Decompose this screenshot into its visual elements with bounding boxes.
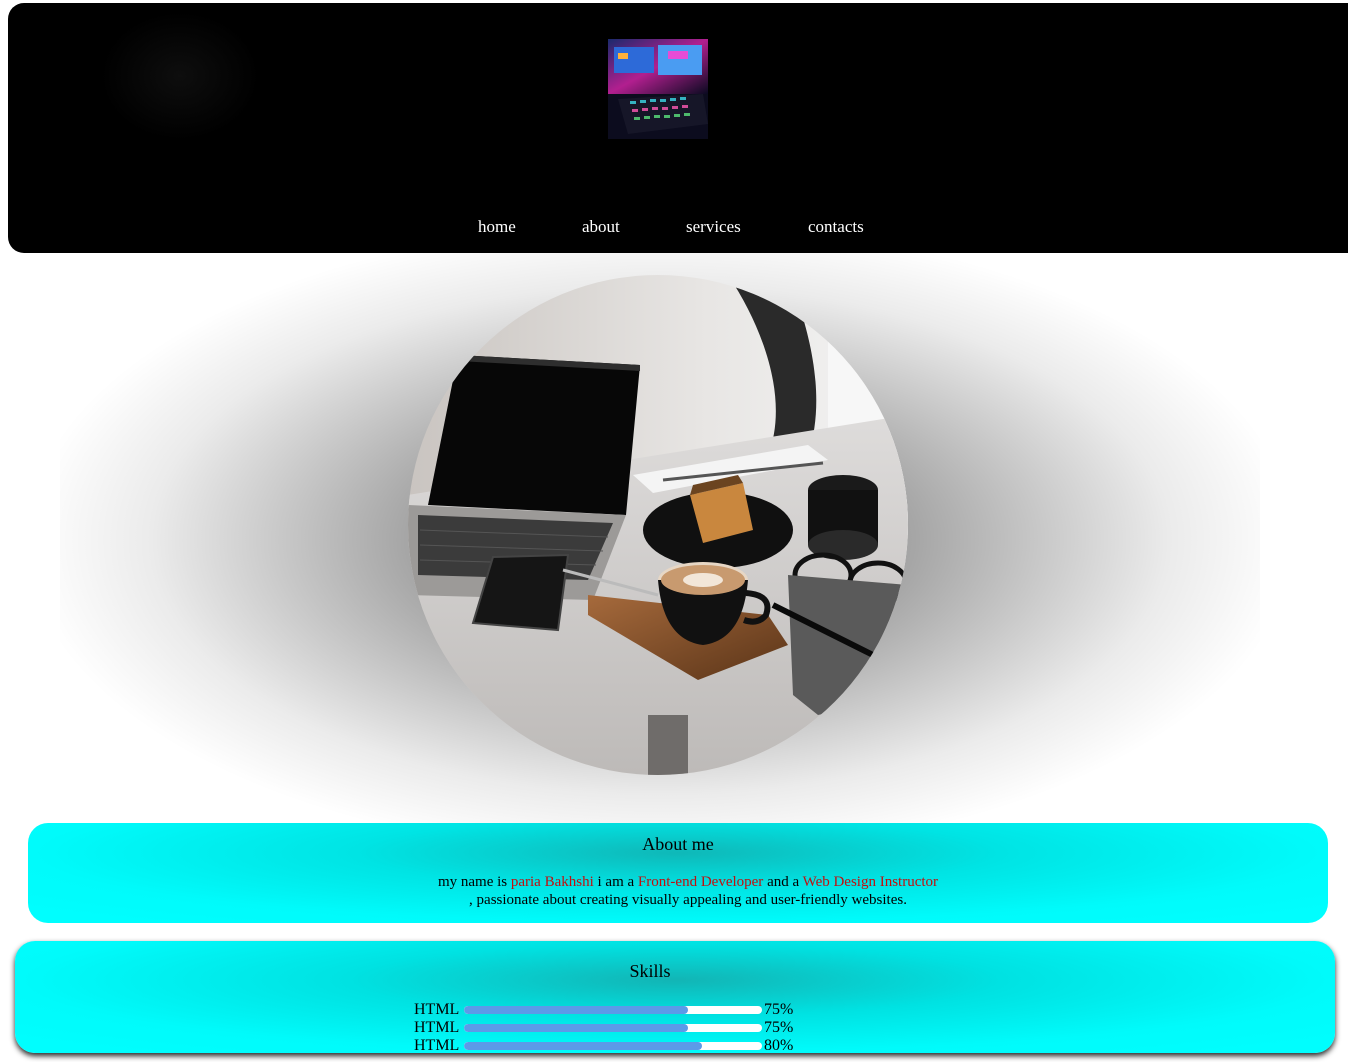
skill-percent: 80% (764, 1037, 794, 1054)
header-glow (100, 11, 260, 141)
skill-name: HTML (414, 1001, 460, 1018)
page: home about services contacts About me my… (0, 0, 1348, 1062)
skills-title: Skills (629, 961, 671, 981)
skill-name: HTML (414, 1019, 460, 1036)
nav-contacts-link[interactable]: contacts (808, 217, 864, 237)
skill-progress-fill (464, 1042, 703, 1050)
hero-image (408, 275, 908, 775)
skill-progress-bar (464, 1024, 762, 1032)
about-title: About me (642, 834, 714, 854)
about-name: paria Bakhshi (510, 874, 594, 890)
nav-about-link[interactable]: about (582, 217, 620, 237)
laptop-coffee-desk-photo-icon (408, 275, 908, 775)
site-header: home about services contacts (8, 3, 1348, 253)
skill-percent: 75% (764, 1019, 794, 1036)
about-text-part: my name is (437, 874, 511, 890)
skill-progress-bar (464, 1042, 762, 1050)
skill-progress-fill (464, 1024, 688, 1032)
skills-section: Skills HTML 75% HTML 75% HTML 80% (15, 941, 1335, 1054)
skill-progress-bar (464, 1006, 762, 1014)
about-text: my name is paria Bakhshi i am a Front-en… (403, 873, 973, 909)
skill-name: HTML (414, 1037, 460, 1054)
about-text-part: and a (763, 874, 803, 890)
about-text-part: i am a (593, 874, 638, 890)
about-role-developer: Front-end Developer (637, 874, 764, 890)
about-role-instructor: Web Design Instructor (802, 874, 939, 890)
nav-home-link[interactable]: home (478, 217, 516, 237)
about-section: About me my name is paria Bakhshi i am a… (28, 823, 1328, 923)
logo-image (608, 39, 708, 139)
nav-services-link[interactable]: services (686, 217, 741, 237)
skill-progress-fill (464, 1006, 688, 1014)
about-text-part: , passionate about creating visually app… (469, 892, 907, 908)
skill-percent: 75% (764, 1001, 794, 1018)
keyboard-desk-photo-icon (608, 39, 708, 139)
